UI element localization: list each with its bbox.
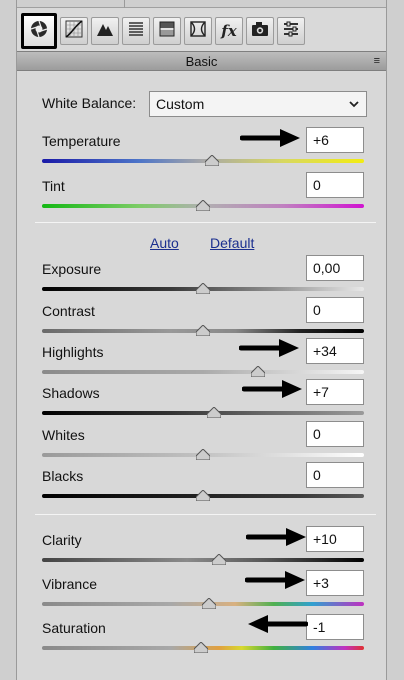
tone-curve-icon: [64, 19, 84, 44]
lens-corrections-tab-button[interactable]: [184, 17, 212, 45]
blacks-slider-thumb[interactable]: [195, 488, 211, 502]
hsl-icon: [126, 19, 146, 44]
blacks-label: Blacks: [42, 468, 84, 484]
exposure-field[interactable]: 0,00: [306, 255, 364, 281]
lens-corrections-icon: [188, 19, 208, 44]
tone-curve-tab-button[interactable]: [60, 17, 88, 45]
clarity-slider-thumb[interactable]: [211, 552, 227, 566]
panel-menu-icon[interactable]: ≡: [374, 55, 380, 67]
split-toning-tab-button[interactable]: [153, 17, 181, 45]
left-scroll-strip: [0, 0, 17, 680]
arrow-left-icon: [246, 613, 309, 635]
split-toning-icon: [157, 19, 177, 44]
saturation-field[interactable]: -1: [306, 614, 364, 640]
clarity-slider[interactable]: [42, 558, 364, 562]
presets-icon: [281, 19, 301, 44]
blacks-row: Blacks 0: [42, 462, 364, 510]
temperature-slider[interactable]: [42, 159, 364, 163]
vibrance-field[interactable]: +3: [306, 570, 364, 596]
white-balance-select[interactable]: Custom: [149, 91, 367, 117]
contrast-slider-thumb[interactable]: [195, 323, 211, 337]
temperature-slider-thumb[interactable]: [204, 153, 220, 167]
clarity-row: Clarity +10: [42, 526, 364, 574]
saturation-row: Saturation -1: [42, 614, 364, 662]
arrow-right-icon: [238, 337, 301, 359]
whites-slider-thumb[interactable]: [195, 447, 211, 461]
vibrance-label: Vibrance: [42, 576, 98, 592]
section-divider: [35, 514, 376, 515]
auto-link[interactable]: Auto: [150, 235, 179, 251]
aperture-icon: [29, 19, 49, 44]
whites-field[interactable]: 0: [306, 421, 364, 447]
exposure-label: Exposure: [42, 261, 102, 277]
panel-toolbar: fx: [17, 10, 386, 52]
temperature-field[interactable]: +6: [306, 127, 364, 153]
saturation-slider-thumb[interactable]: [193, 640, 209, 654]
basic-panel-content: White Balance: Custom Temperature +6 Tin…: [17, 72, 386, 680]
saturation-label: Saturation: [42, 620, 106, 636]
shadows-field[interactable]: +7: [306, 379, 364, 405]
clarity-field[interactable]: +10: [306, 526, 364, 552]
detail-tab-button[interactable]: [91, 17, 119, 45]
detail-icon: [95, 19, 115, 44]
vibrance-slider-thumb[interactable]: [201, 596, 217, 610]
presets-tab-button[interactable]: [277, 17, 305, 45]
panel-header: Basic ≡: [17, 51, 386, 71]
effects-tab-button[interactable]: fx: [215, 17, 243, 45]
whites-label: Whites: [42, 427, 85, 443]
right-scroll-strip: [386, 0, 404, 680]
panel-title: Basic: [185, 54, 218, 69]
white-balance-label: White Balance:: [42, 95, 137, 111]
contrast-label: Contrast: [42, 303, 95, 319]
highlights-slider[interactable]: [42, 370, 364, 374]
chevron-down-icon: [348, 97, 360, 109]
default-link[interactable]: Default: [210, 235, 254, 251]
highlights-field[interactable]: +34: [306, 338, 364, 364]
clarity-label: Clarity: [42, 532, 82, 548]
temperature-row: Temperature +6: [42, 127, 364, 175]
section-divider: [35, 222, 376, 223]
vibrance-row: Vibrance +3: [42, 570, 364, 618]
camera-calibration-tab-button[interactable]: [246, 17, 274, 45]
arrow-right-icon: [239, 127, 302, 149]
exposure-slider-thumb[interactable]: [195, 281, 211, 295]
shadows-label: Shadows: [42, 385, 100, 401]
temperature-label: Temperature: [42, 133, 121, 149]
highlights-label: Highlights: [42, 344, 104, 360]
basic-tab-button[interactable]: [21, 13, 57, 49]
tint-row: Tint 0: [42, 172, 364, 220]
tint-label: Tint: [42, 178, 65, 194]
shadows-slider[interactable]: [42, 411, 364, 415]
blacks-field[interactable]: 0: [306, 462, 364, 488]
arrow-right-icon: [244, 569, 307, 591]
camera-calibration-icon: [250, 19, 270, 44]
top-tab[interactable]: [43, 0, 125, 8]
camera-raw-panel: fx Basic ≡ White Balance: Custom Tempera…: [0, 0, 404, 680]
tint-field[interactable]: 0: [306, 172, 364, 198]
top-tab-bar: [17, 0, 386, 8]
contrast-field[interactable]: 0: [306, 297, 364, 323]
hsl-tab-button[interactable]: [122, 17, 150, 45]
highlights-slider-thumb[interactable]: [250, 364, 266, 378]
shadows-slider-thumb[interactable]: [206, 405, 222, 419]
effects-fx-icon: fx: [221, 22, 237, 40]
white-balance-value: Custom: [156, 96, 205, 112]
arrow-right-icon: [241, 378, 304, 400]
arrow-right-icon: [245, 526, 308, 548]
tint-slider-thumb[interactable]: [195, 198, 211, 212]
